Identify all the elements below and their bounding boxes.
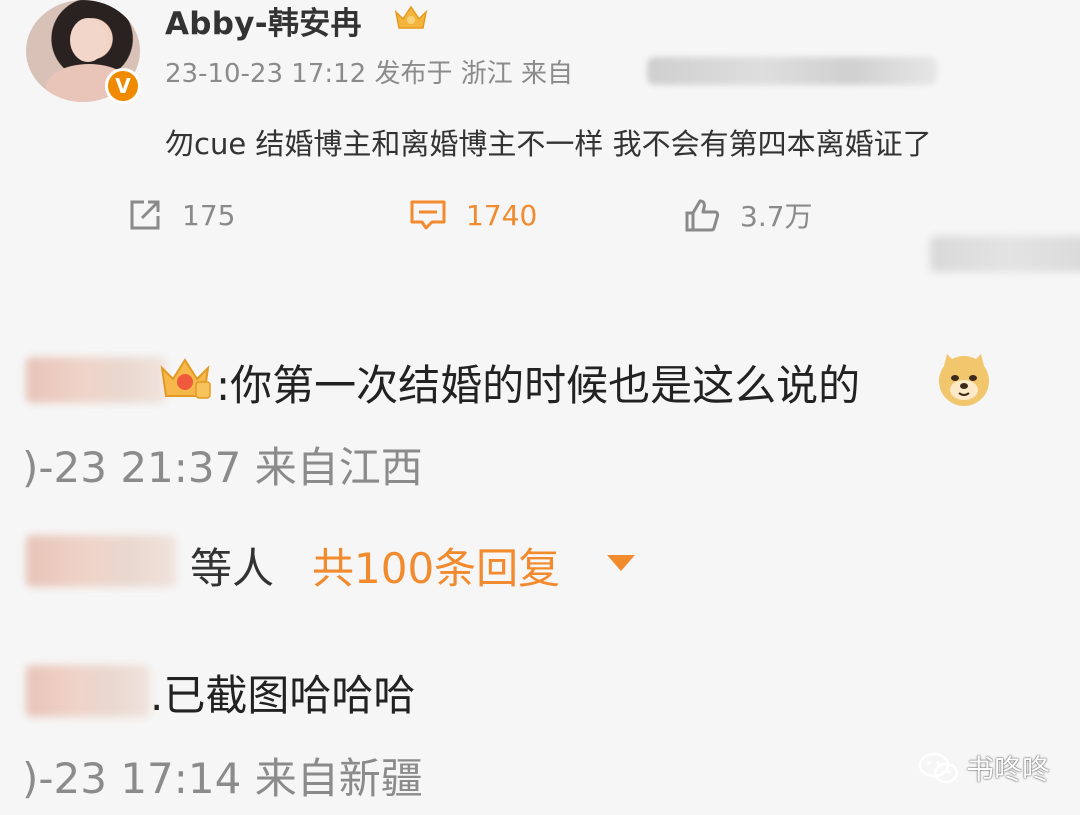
- comment-meta: )-23 21:37 来自江西: [22, 443, 423, 492]
- commenter-name-blur: [26, 357, 166, 403]
- doge-emoji-icon: [939, 354, 989, 406]
- post-actions: 175 1740 3.7万: [126, 190, 1080, 240]
- replies-who: 等人: [190, 544, 275, 593]
- comment-button[interactable]: 1740: [408, 190, 537, 240]
- verified-badge-icon: V: [105, 68, 141, 104]
- post-username[interactable]: Abby-韩安冉: [165, 0, 362, 43]
- like-count: 3.7万: [740, 200, 813, 233]
- chevron-down-icon[interactable]: [607, 555, 635, 571]
- comment-text: .已截图哈哈哈: [150, 671, 416, 720]
- comment-count: 1740: [466, 198, 538, 232]
- replies-expand-link[interactable]: 共100条回复: [312, 535, 560, 596]
- thumbs-up-icon: [685, 199, 720, 232]
- wechat-icon: [918, 752, 959, 784]
- post-meta-blur: [647, 57, 937, 85]
- crown-icon: [394, 5, 428, 29]
- watermark-text: 书咚咚: [966, 753, 1051, 786]
- redacted-blur: [930, 236, 1080, 272]
- like-button[interactable]: 3.7万: [682, 190, 813, 240]
- watermark: 书咚咚: [918, 748, 1050, 788]
- commenter-name-blur: [26, 665, 150, 717]
- post-text: 勿cue 结婚博主和离婚博主不一样 我不会有第四本离婚证了: [165, 127, 932, 161]
- forward-count: 175: [182, 198, 236, 232]
- reply-names-blur: [26, 535, 176, 587]
- forward-button[interactable]: 175: [126, 190, 235, 240]
- avatar-face: [70, 18, 106, 62]
- comment-text: :你第一次结婚的时候也是这么说的: [216, 361, 861, 410]
- comment-icon: [410, 200, 446, 230]
- post-meta: 23-10-23 17:12 发布于 浙江 来自: [165, 59, 574, 89]
- comment-meta: )-23 17:14 来自新疆: [22, 754, 423, 803]
- share-icon: [130, 200, 160, 230]
- crown-badge-icon: [160, 358, 211, 399]
